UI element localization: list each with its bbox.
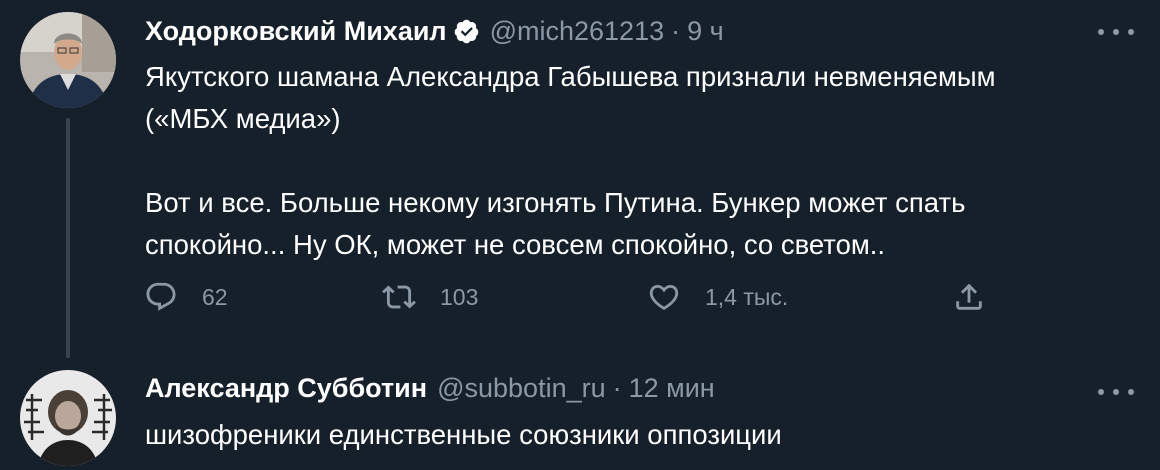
like-count: 1,4 тыс. <box>705 283 789 310</box>
tweet-text-line: спокойно... Ну ОК, может не совсем споко… <box>145 229 886 260</box>
verified-badge-icon <box>454 19 478 43</box>
avatar[interactable] <box>20 12 116 108</box>
share-icon <box>956 283 982 310</box>
tweet-text: шизофреники единственные союзники оппози… <box>145 414 1105 456</box>
retweet-button[interactable]: 103 <box>382 280 478 314</box>
thread-line <box>66 118 70 358</box>
separator-dot: · <box>671 16 681 46</box>
tweet-header: Александр Субботин @subbotin_ru · 12 мин <box>145 371 715 405</box>
reply-button[interactable]: 62 <box>144 280 228 314</box>
separator-dot: · <box>612 373 622 403</box>
tweet-text-line: Якутского шамана Александра Габышева при… <box>145 61 996 92</box>
tweet-text-line: Вот и все. Больше некому изгонять Путина… <box>145 187 966 218</box>
reply-icon <box>146 282 176 311</box>
retweet-icon <box>382 285 416 309</box>
avatar-photo <box>20 370 116 466</box>
more-dots-icon[interactable] <box>1098 382 1134 402</box>
tweet[interactable]: Александр Субботин @subbotin_ru · 12 мин… <box>0 360 1160 470</box>
timestamp[interactable]: 12 мин <box>629 371 715 405</box>
author-name[interactable]: Александр Субботин <box>145 371 427 405</box>
avatar[interactable] <box>20 370 116 466</box>
like-button[interactable]: 1,4 тыс. <box>647 280 788 314</box>
author-handle[interactable]: @subbotin_ru <box>437 371 606 405</box>
timestamp[interactable]: 9 ч <box>687 14 724 48</box>
tweet-actions: 62 103 1,4 тыс. <box>0 280 1160 320</box>
share-button[interactable] <box>952 280 986 314</box>
heart-icon <box>649 284 679 310</box>
author-handle[interactable]: @mich261213 <box>490 14 665 48</box>
tweet-text: Якутского шамана Александра Габышева при… <box>145 56 1105 266</box>
avatar-photo <box>20 12 116 108</box>
tweet-header: Ходорковский Михаил @mich261213 · 9 ч <box>145 14 724 48</box>
tweet[interactable]: Ходорковский Михаил @mich261213 · 9 ч Як… <box>0 0 1160 360</box>
retweet-count: 103 <box>440 283 479 310</box>
author-name[interactable]: Ходорковский Михаил <box>145 14 447 48</box>
more-dots-icon[interactable] <box>1098 22 1134 42</box>
tweet-text-line: шизофреники единственные союзники оппози… <box>145 419 782 450</box>
tweet-text-line: («МБХ медиа») <box>145 103 341 134</box>
reply-count: 62 <box>202 283 228 310</box>
